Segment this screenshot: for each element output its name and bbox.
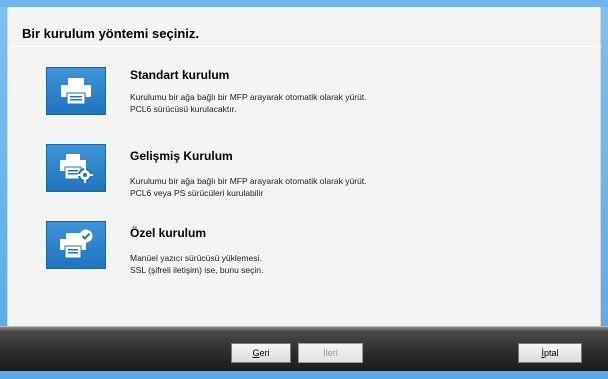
option-title: Gelişmiş Kurulum (130, 149, 233, 163)
installer-window: Bir kurulum yöntemi seçiniz. Standart ku… (0, 0, 608, 379)
window-frame-top (0, 0, 608, 7)
option-title: Özel kurulum (130, 226, 207, 240)
option-desc-line: Manüel yazıcı sürücüsü yüklemesi. (130, 253, 262, 263)
option-custom-install[interactable]: Özel kurulum Manüel yazıcı sürücüsü yükl… (46, 221, 566, 285)
option-standard-install[interactable]: Standart kurulum Kurulumu bir ağa bağlı … (46, 67, 566, 131)
option-advanced-install[interactable]: Gelişmiş Kurulum Kurulumu bir ağa bağlı … (46, 144, 566, 208)
window-frame-bottom (0, 371, 608, 379)
option-desc-line: Kurulumu bir ağa bağlı bir MFP arayarak … (130, 92, 367, 102)
printer-icon (46, 67, 106, 115)
content-panel: Bir kurulum yöntemi seçiniz. Standart ku… (7, 7, 602, 335)
option-description: Kurulumu bir ağa bağlı bir MFP arayarak … (130, 91, 367, 115)
option-desc-line: PCL6 veya PS sürücüleri kurulabilir (130, 188, 264, 198)
option-desc-line: SSL (şifreli iletişim) ise, bunu seçin. (130, 265, 264, 275)
option-description: Manüel yazıcı sürücüsü yüklemesi. SSL (ş… (130, 252, 263, 276)
cancel-button[interactable]: İptal (518, 343, 582, 363)
back-button[interactable]: Geri (231, 343, 291, 363)
back-accelerator: G (252, 348, 260, 358)
option-title: Standart kurulum (130, 68, 230, 82)
cancel-label: ptal (544, 348, 559, 358)
printer-check-icon (46, 221, 106, 269)
option-desc-line: PCL6 sürücüsü kurulacaktır. (130, 104, 237, 114)
button-bar: Geri İleri İptal (0, 326, 608, 371)
option-desc-line: Kurulumu bir ağa bağlı bir MFP arayarak … (130, 176, 367, 186)
printer-gear-icon (46, 144, 106, 192)
next-button[interactable]: İleri (298, 343, 363, 363)
page-heading: Bir kurulum yöntemi seçiniz. (22, 26, 199, 41)
next-label: leri (325, 348, 338, 358)
heading-divider (8, 46, 602, 47)
back-label: eri (259, 348, 270, 358)
option-description: Kurulumu bir ağa bağlı bir MFP arayarak … (130, 175, 367, 199)
